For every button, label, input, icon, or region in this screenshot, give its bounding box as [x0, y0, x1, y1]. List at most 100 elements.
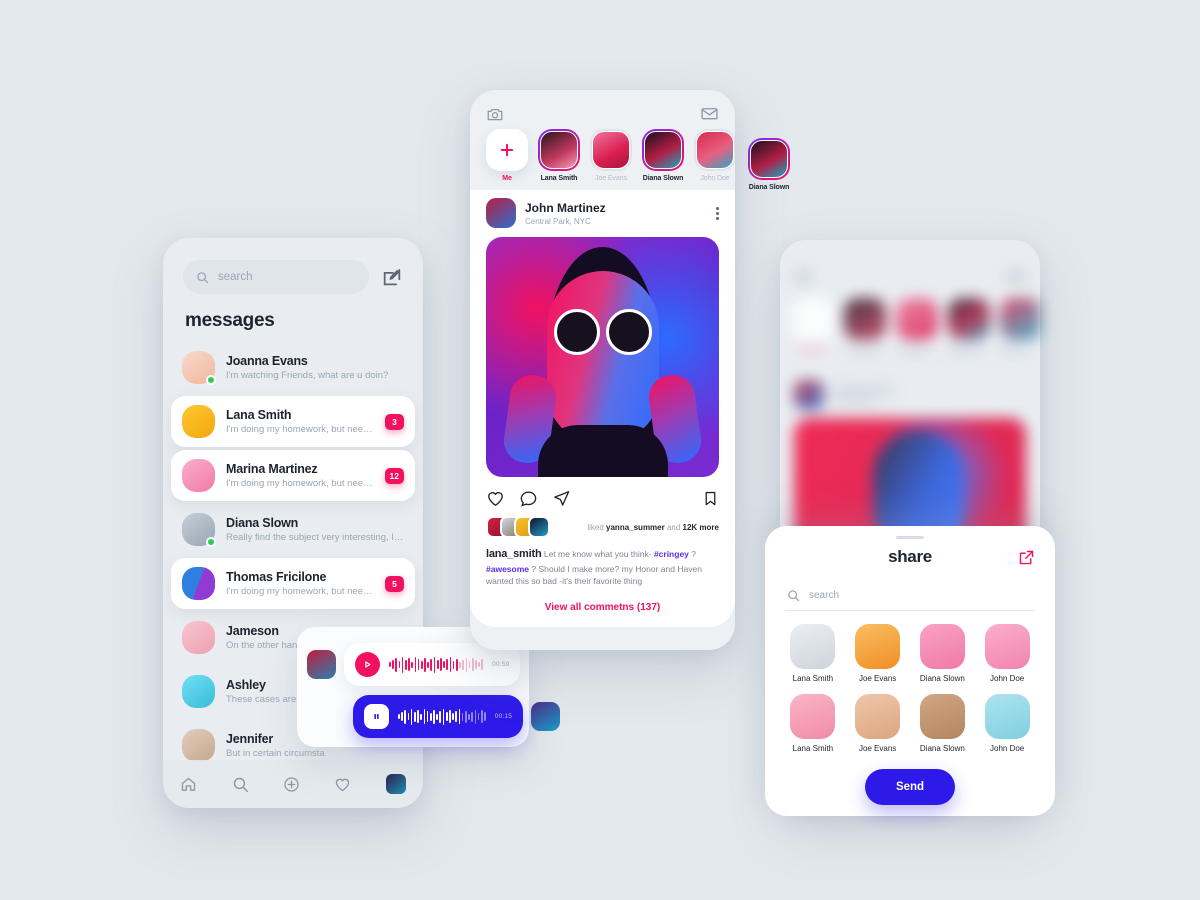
- unread-badge: 5: [385, 575, 404, 592]
- avatar: [984, 694, 1030, 739]
- story-item-4[interactable]: John Doe: [694, 129, 735, 182]
- share-send-icon[interactable]: [552, 489, 571, 508]
- caption-text-1: Let me know what you think-: [543, 549, 654, 559]
- comment-icon[interactable]: [519, 489, 538, 508]
- kebab-menu-icon[interactable]: [716, 206, 719, 220]
- screenshot-stage: search messages Joanna Evans I'm watchin…: [0, 0, 1200, 900]
- search-icon[interactable]: [232, 776, 249, 793]
- post-image[interactable]: [486, 237, 719, 477]
- share-header: share: [785, 547, 1035, 567]
- search-row: search: [183, 260, 403, 294]
- share-phone: share search Lana Smith Joe Evans Diana …: [765, 240, 1055, 816]
- hashtag-cringey[interactable]: #cringey: [654, 549, 689, 559]
- share-contact-2[interactable]: Diana Slown: [915, 624, 971, 683]
- post-card: John Martinez Central Park, NYC liked ya…: [470, 190, 735, 627]
- page-title: messages: [185, 310, 275, 331]
- voice-bubble[interactable]: 00:15: [353, 695, 524, 738]
- share-contact-5[interactable]: Joe Evans: [850, 694, 906, 753]
- plus-circle-icon[interactable]: [283, 776, 300, 793]
- liked-count: 12K more: [682, 522, 719, 532]
- drag-handle[interactable]: [896, 536, 924, 539]
- bookmark-icon[interactable]: [702, 490, 719, 507]
- online-indicator: [206, 537, 216, 547]
- chat-row-2[interactable]: Marina Martinez I'm doing my homework, b…: [171, 450, 415, 501]
- liked-username[interactable]: yanna_summer: [606, 523, 665, 532]
- share-contact-3[interactable]: John Doe: [979, 624, 1035, 683]
- chat-name: Thomas Fricilone: [226, 570, 327, 584]
- avatar: [528, 516, 550, 538]
- sunglasses: [553, 309, 652, 355]
- avatar: [182, 621, 215, 654]
- share-search-input[interactable]: search: [785, 579, 1035, 611]
- send-button[interactable]: Send: [865, 769, 955, 805]
- avatar: [182, 729, 215, 762]
- avatar: [182, 567, 215, 600]
- share-contact-0[interactable]: Lana Smith: [785, 624, 841, 683]
- liked-mid: and: [664, 522, 683, 532]
- avatar: [919, 694, 965, 739]
- compose-pencil-icon[interactable]: [381, 266, 403, 288]
- feed-phone: Me Lana Smith Joe Evans Diana Slown John…: [470, 90, 790, 650]
- profile-avatar[interactable]: [385, 774, 406, 794]
- contact-name: Lana Smith: [792, 674, 834, 683]
- chat-name: Marina Martinez: [226, 462, 318, 476]
- chat-preview: I'm doing my homework, but need to take …: [226, 586, 374, 597]
- contact-name: Joe Evans: [858, 744, 897, 753]
- chat-row-0[interactable]: Joanna Evans I'm watching Friends, what …: [171, 342, 415, 393]
- post-actions: [470, 477, 735, 516]
- caption-username[interactable]: lana_smith: [486, 548, 542, 560]
- heart-icon[interactable]: [334, 776, 351, 793]
- chat-row-1[interactable]: Lana Smith I'm doing my homework, but ne…: [171, 396, 415, 447]
- avatar: [182, 675, 215, 708]
- story-label: Joe Evans: [595, 175, 627, 182]
- mail-icon[interactable]: [700, 104, 719, 123]
- search-input[interactable]: search: [183, 260, 369, 294]
- story-label: Diana Slown: [748, 184, 790, 191]
- liked-prefix: liked: [587, 522, 607, 532]
- search-icon: [197, 271, 209, 283]
- camera-icon[interactable]: [486, 105, 504, 123]
- chat-preview: But in certain circumsta: [226, 748, 325, 759]
- contact-name: Joe Evans: [858, 674, 897, 683]
- waveform: [398, 708, 486, 726]
- story-item-3[interactable]: Diana Slown: [642, 129, 684, 182]
- play-icon[interactable]: [355, 652, 380, 677]
- torso: [537, 425, 668, 477]
- chat-row-3[interactable]: Diana Slown Really find the subject very…: [171, 504, 415, 555]
- avatar: [182, 513, 216, 547]
- share-contact-1[interactable]: Joe Evans: [850, 624, 906, 683]
- contact-name: Diana Slown: [919, 744, 965, 753]
- story-item-floating[interactable]: Diana Slown: [748, 138, 790, 191]
- share-contact-7[interactable]: John Doe: [979, 694, 1035, 753]
- chat-name: Diana Slown: [226, 516, 299, 530]
- share-contact-4[interactable]: Lana Smith: [785, 694, 841, 753]
- chat-name: Joanna Evans: [226, 354, 308, 368]
- home-icon[interactable]: [180, 776, 197, 793]
- share-sheet: share search Lana Smith Joe Evans Diana …: [765, 526, 1055, 816]
- online-indicator: [206, 375, 216, 385]
- voice-message-incoming: 00:59: [307, 643, 521, 686]
- liked-text: liked yanna_summer and 12K more: [587, 523, 719, 532]
- view-comments-link[interactable]: View all commetns (137): [470, 588, 735, 613]
- unread-badge: 3: [385, 413, 404, 430]
- story-item-2[interactable]: Joe Evans: [590, 129, 632, 182]
- avatar[interactable]: [486, 198, 516, 228]
- chat-row-4[interactable]: Thomas Fricilone I'm doing my homework, …: [171, 558, 415, 609]
- story-add-me[interactable]: Me: [486, 129, 528, 182]
- hashtag-awesome[interactable]: #awesome: [486, 564, 529, 574]
- avatar: [855, 624, 901, 669]
- chat-preview: I'm watching Friends, what are u doin?: [226, 370, 389, 381]
- story-label: John Doe: [700, 175, 730, 182]
- contact-name: Diana Slown: [919, 674, 965, 683]
- avatar: [182, 459, 215, 492]
- story-item-1[interactable]: Lana Smith: [538, 129, 580, 182]
- share-contact-6[interactable]: Diana Slown: [915, 694, 971, 753]
- share-search-placeholder: search: [809, 590, 840, 601]
- external-link-icon[interactable]: [1018, 549, 1035, 566]
- contact-name: John Doe: [990, 674, 1025, 683]
- avatar: [919, 624, 965, 669]
- pause-icon[interactable]: [364, 704, 389, 729]
- heart-icon[interactable]: [486, 489, 505, 508]
- post-header: John Martinez Central Park, NYC: [470, 190, 735, 237]
- stories-row: [792, 298, 1040, 340]
